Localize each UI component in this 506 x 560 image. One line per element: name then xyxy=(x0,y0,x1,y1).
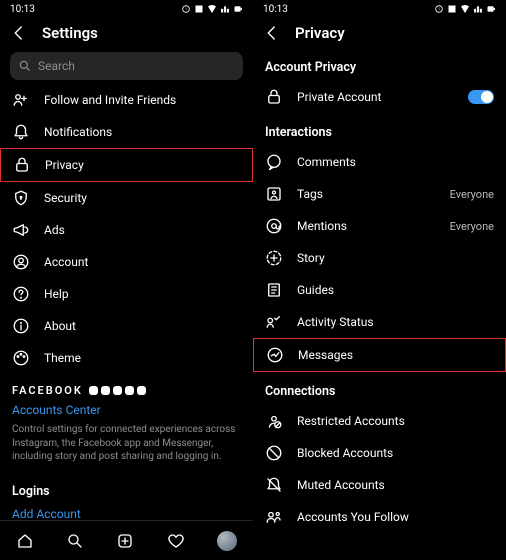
list-item[interactable]: Restricted Accounts xyxy=(253,405,506,437)
row-label: Private Account xyxy=(297,90,454,104)
logins-section-title: Logins xyxy=(0,472,253,505)
list-item[interactable]: Privacy xyxy=(0,148,253,182)
follow-invite-icon xyxy=(12,91,30,109)
palette-icon xyxy=(12,349,30,367)
status-icons xyxy=(434,4,496,14)
list-item[interactable]: Story xyxy=(253,242,506,274)
status-time: 10:13 xyxy=(10,4,35,15)
row-label: Accounts You Follow xyxy=(297,510,494,524)
row-label: Security xyxy=(44,191,241,205)
list-item[interactable]: Messages xyxy=(253,338,506,372)
row-label: Privacy xyxy=(45,158,240,172)
list-item[interactable]: Blocked Accounts xyxy=(253,437,506,469)
facebook-section: FACEBOOK xyxy=(0,374,253,401)
list-item[interactable]: Comments xyxy=(253,146,506,178)
story-icon xyxy=(265,249,283,267)
list-item[interactable]: Guides xyxy=(253,274,506,306)
list-item[interactable]: Help xyxy=(0,278,253,310)
list-item[interactable]: Private Account xyxy=(253,81,506,113)
row-label: Restricted Accounts xyxy=(297,414,494,428)
messages-icon xyxy=(266,346,284,364)
row-label: Guides xyxy=(297,283,494,297)
list-item[interactable]: Follow and Invite Friends xyxy=(0,84,253,116)
list-item[interactable]: Accounts You Follow xyxy=(253,501,506,533)
row-label: About xyxy=(44,319,241,333)
shield-icon xyxy=(12,189,30,207)
account-icon xyxy=(12,253,30,271)
search-placeholder: Search xyxy=(38,59,75,73)
toggle-switch[interactable] xyxy=(468,90,494,104)
list-item[interactable]: Security xyxy=(0,182,253,214)
row-value: Everyone xyxy=(450,220,494,233)
list-item[interactable]: Theme xyxy=(0,342,253,374)
row-label: Account xyxy=(44,255,241,269)
accounts-center-desc: Control settings for connected experienc… xyxy=(0,423,253,472)
row-label: Comments xyxy=(297,155,494,169)
row-label: Story xyxy=(297,251,494,265)
info-icon xyxy=(12,317,30,335)
list-item[interactable]: Mentions Everyone xyxy=(253,210,506,242)
comments-icon xyxy=(265,153,283,171)
guides-icon xyxy=(265,281,283,299)
status-icons xyxy=(181,4,243,14)
tags-icon xyxy=(265,185,283,203)
back-icon[interactable] xyxy=(263,24,281,42)
list-item[interactable]: Activity Status xyxy=(253,306,506,338)
section-title: Interactions xyxy=(253,113,506,146)
list-item[interactable]: Ads xyxy=(0,214,253,246)
header: Settings xyxy=(0,18,253,48)
blocked-icon xyxy=(265,444,283,462)
settings-list: Follow and Invite Friends Notifications Pr… xyxy=(0,84,253,560)
section-title: Account Privacy xyxy=(253,48,506,81)
row-label: Messages xyxy=(298,348,493,362)
lock-icon xyxy=(265,88,283,106)
nav-create-icon[interactable] xyxy=(116,532,134,550)
list-item[interactable]: Muted Accounts xyxy=(253,469,506,501)
row-label: Notifications xyxy=(44,125,241,139)
section-title: Connections xyxy=(253,372,506,405)
follow-icon xyxy=(265,508,283,526)
search-input[interactable]: Search xyxy=(10,52,243,80)
facebook-app-icons xyxy=(89,386,146,395)
list-item[interactable]: Account xyxy=(0,246,253,278)
accounts-center-link[interactable]: Accounts Center xyxy=(0,401,253,423)
row-label: Blocked Accounts xyxy=(297,446,494,460)
row-label: Theme xyxy=(44,351,241,365)
row-label: Help xyxy=(44,287,241,301)
restricted-icon xyxy=(265,412,283,430)
nav-search-icon[interactable] xyxy=(66,532,84,550)
status-bar: 10:13 xyxy=(0,0,253,18)
list-item[interactable]: Notifications xyxy=(0,116,253,148)
privacy-list: Account Privacy Private Account Interactio… xyxy=(253,48,506,560)
privacy-screen: 10:13 Privacy Account Privacy Private Acc… xyxy=(253,0,506,560)
muted-icon xyxy=(265,476,283,494)
page-title: Settings xyxy=(42,24,98,42)
settings-screen: 10:13 Settings Search Follow and Invite … xyxy=(0,0,253,560)
list-item[interactable]: Tags Everyone xyxy=(253,178,506,210)
back-icon[interactable] xyxy=(10,24,28,42)
header: Privacy xyxy=(253,18,506,48)
lock-icon xyxy=(13,156,31,174)
row-label: Mentions xyxy=(297,219,436,233)
row-label: Ads xyxy=(44,223,241,237)
status-time: 10:13 xyxy=(263,4,288,15)
nav-profile-avatar[interactable] xyxy=(217,531,237,551)
facebook-label: FACEBOOK xyxy=(12,384,83,397)
help-icon xyxy=(12,285,30,303)
row-label: Tags xyxy=(297,187,436,201)
mentions-icon xyxy=(265,217,283,235)
row-label: Follow and Invite Friends xyxy=(44,93,241,107)
row-label: Muted Accounts xyxy=(297,478,494,492)
nav-home-icon[interactable] xyxy=(16,532,34,550)
activity-icon xyxy=(265,313,283,331)
megaphone-icon xyxy=(12,221,30,239)
page-title: Privacy xyxy=(295,24,345,42)
status-bar: 10:13 xyxy=(253,0,506,18)
row-label: Activity Status xyxy=(297,315,494,329)
bell-icon xyxy=(12,123,30,141)
list-item[interactable]: About xyxy=(0,310,253,342)
nav-activity-icon[interactable] xyxy=(167,532,185,550)
bottom-nav xyxy=(0,520,253,560)
row-value: Everyone xyxy=(450,188,494,201)
